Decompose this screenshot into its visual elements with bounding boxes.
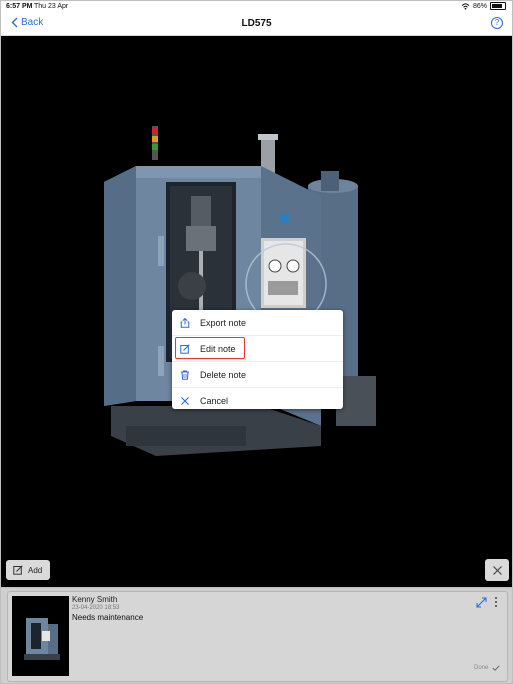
menu-item-label: Export note <box>200 317 247 328</box>
done-label: Done <box>474 665 489 671</box>
machine-thumbnail-icon <box>24 618 60 660</box>
trash-icon <box>181 370 189 380</box>
battery-icon <box>490 2 506 10</box>
status-right: 86% <box>461 2 506 10</box>
close-icon <box>181 396 189 405</box>
menu-item-cancel[interactable]: Cancel <box>172 387 343 413</box>
status-time: 6:57 PM <box>6 3 33 10</box>
done-button[interactable]: Done <box>474 665 500 671</box>
export-icon <box>180 317 190 328</box>
context-menu: Export note Edit note Delete note Cancel <box>172 310 343 409</box>
note-text: Needs maintenance <box>72 613 144 622</box>
more-options-icon[interactable] <box>494 596 498 608</box>
nav-bar: Back LD575 ? <box>1 13 512 36</box>
add-note-button[interactable]: Add <box>6 560 50 580</box>
note-thumbnail[interactable] <box>12 596 69 676</box>
status-date: Thu 23 Apr <box>34 3 69 10</box>
menu-item-edit-note[interactable]: Edit note <box>172 335 343 361</box>
note-author: Kenny Smith <box>72 595 118 604</box>
highlight-box <box>175 337 245 359</box>
menu-item-export-note[interactable]: Export note <box>172 310 343 335</box>
add-label: Add <box>28 565 43 575</box>
note-card[interactable]: Kenny Smith 23-04-2020 18:53 Needs maint… <box>7 591 508 682</box>
menu-item-delete-note[interactable]: Delete note <box>172 361 343 387</box>
app-frame: 6:57 PM Thu 23 Apr 86% Back LD575 ? Expo… <box>0 0 513 684</box>
page-title: LD575 <box>241 18 272 29</box>
help-icon[interactable]: ? <box>491 17 503 29</box>
battery-percent: 86% <box>472 2 487 10</box>
3d-viewport[interactable]: Export note Edit note Delete note Cancel <box>1 36 512 588</box>
wifi-icon <box>461 2 470 10</box>
checkmark-icon <box>492 665 500 671</box>
menu-item-label: Cancel <box>200 395 229 406</box>
expand-icon[interactable] <box>476 597 487 608</box>
close-icon <box>492 565 502 575</box>
status-bar: 6:57 PM Thu 23 Apr 86% <box>1 1 512 13</box>
menu-item-label: Delete note <box>200 369 247 380</box>
note-timestamp: 23-04-2020 18:53 <box>72 605 120 611</box>
add-note-icon <box>13 565 23 575</box>
close-panel-button[interactable] <box>485 559 509 581</box>
notes-panel: Kenny Smith 23-04-2020 18:53 Needs maint… <box>1 587 512 683</box>
machine-model[interactable] <box>96 126 396 471</box>
